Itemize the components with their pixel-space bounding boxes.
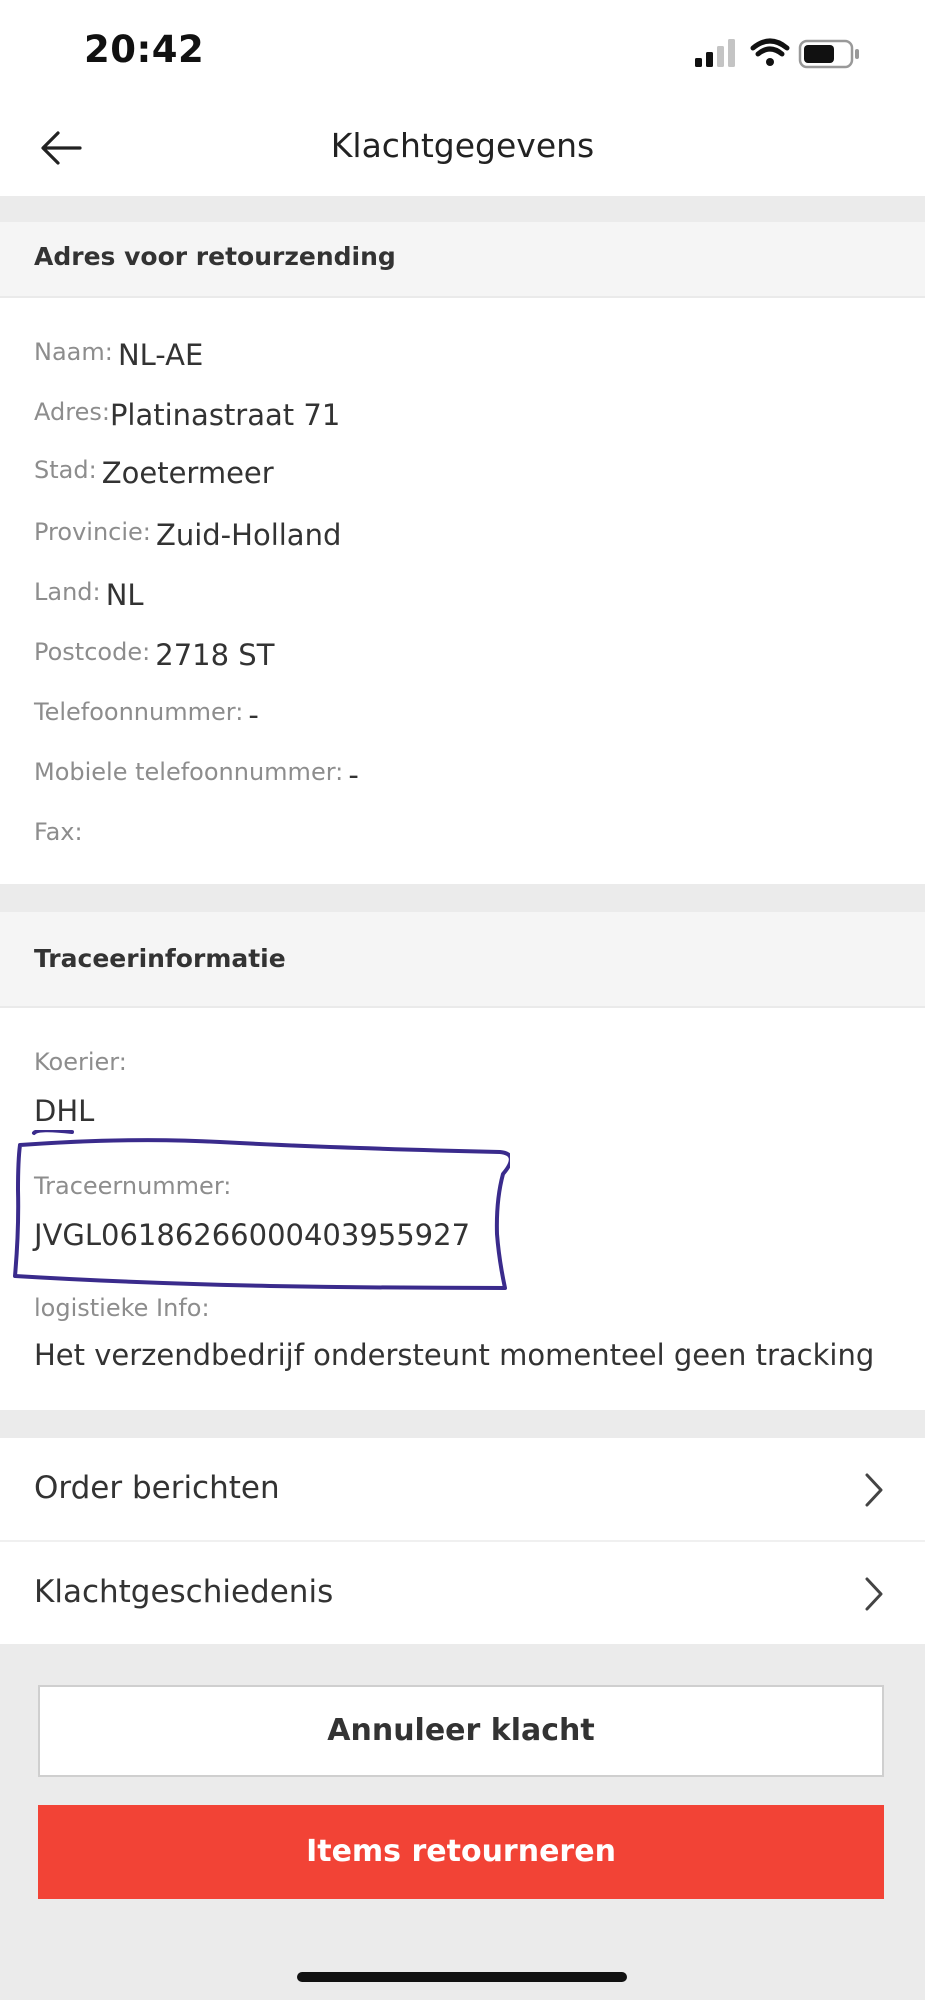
field-city: Stad: Zoetermeer <box>34 456 274 490</box>
field-fax: Fax: <box>34 818 83 846</box>
courier-value: DHL <box>34 1094 95 1128</box>
wifi-icon <box>750 38 790 66</box>
complaint-history-label: Klachtgeschiedenis <box>34 1574 334 1610</box>
return-address-header: Adres voor retourzending <box>0 222 925 298</box>
status-bar: 20:42 <box>0 0 925 100</box>
field-address: Adres:Platinastraat 71 <box>34 398 341 432</box>
tracking-title: Traceerinformatie <box>34 944 286 973</box>
return-address-title: Adres voor retourzending <box>34 242 396 271</box>
logistics-info-label: logistieke Info: <box>34 1294 210 1322</box>
menu-order-messages[interactable]: Order berichten <box>0 1438 925 1540</box>
return-address-panel: Naam: NL-AE Adres:Platinastraat 71 Stad:… <box>0 298 925 884</box>
return-items-button[interactable]: Items retourneren <box>38 1805 884 1899</box>
order-messages-label: Order berichten <box>34 1470 280 1506</box>
logistics-info-value: Het verzendbedrijf ondersteunt momenteel… <box>34 1338 875 1372</box>
home-indicator <box>297 1972 627 1982</box>
field-country: Land: NL <box>34 578 144 612</box>
status-time: 20:42 <box>84 28 205 71</box>
chevron-right-icon <box>865 1473 883 1507</box>
field-name: Naam: NL-AE <box>34 338 204 372</box>
page-title: Klachtgegevens <box>330 126 595 165</box>
field-mobile: Mobiele telefoonnummer: - <box>34 758 359 792</box>
status-icons <box>695 38 859 69</box>
chevron-right-icon <box>865 1577 883 1611</box>
hand-drawn-highlight <box>13 1130 510 1290</box>
courier-label: Koerier: <box>34 1048 127 1076</box>
field-province: Provincie: Zuid-Holland <box>34 518 342 552</box>
battery-icon <box>798 39 859 69</box>
field-phone: Telefoonnummer: - <box>34 698 259 732</box>
field-postcode: Postcode: 2718 ST <box>34 638 275 672</box>
menu-complaint-history[interactable]: Klachtgeschiedenis <box>0 1542 925 1644</box>
signal-icon <box>695 39 735 67</box>
tracking-header: Traceerinformatie <box>0 912 925 1008</box>
nav-bar: Klachtgegevens <box>0 100 925 196</box>
cancel-complaint-button[interactable]: Annuleer klacht <box>38 1685 884 1777</box>
